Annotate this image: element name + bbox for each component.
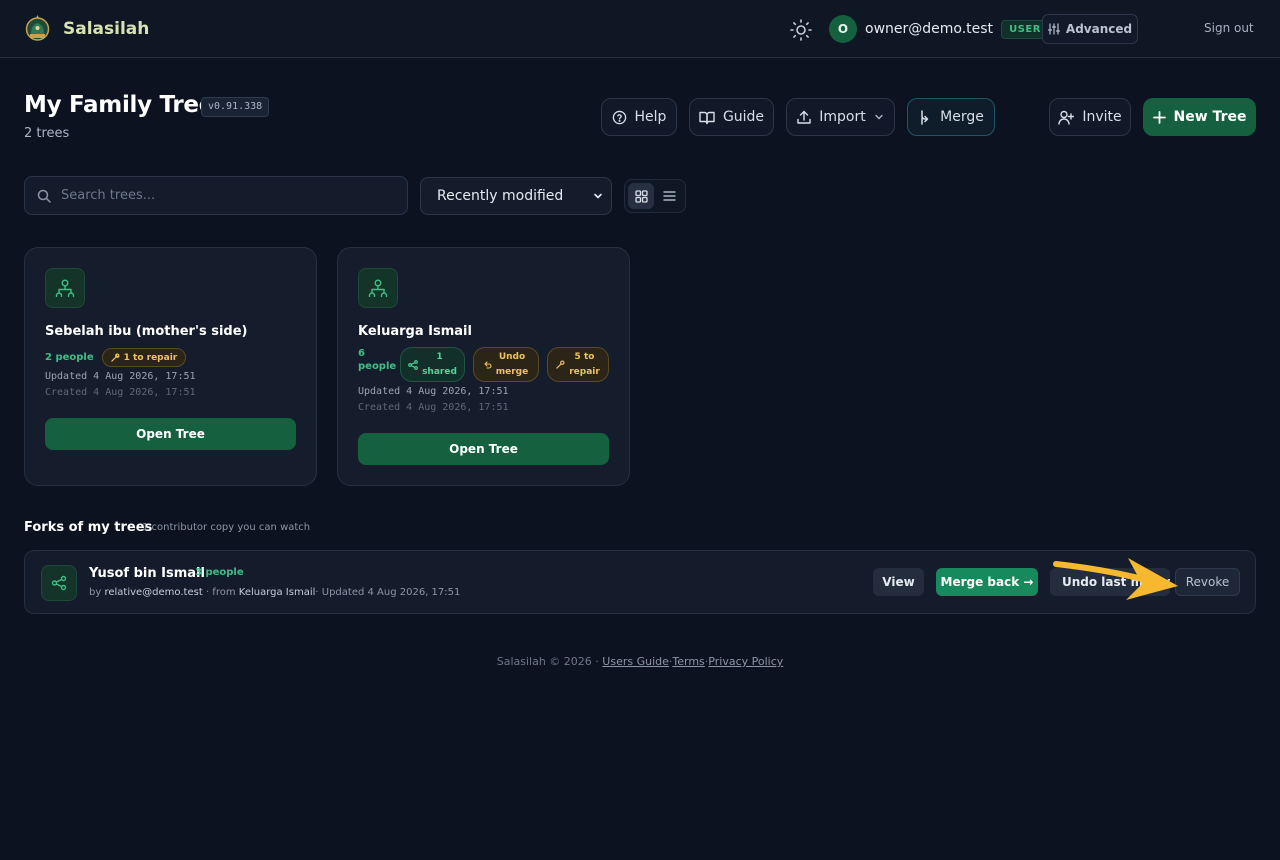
plus-icon <box>1152 110 1166 124</box>
user-email: owner@demo.test <box>865 21 994 37</box>
updated-time: Updated 4 Aug 2026, 17:51 <box>358 386 509 397</box>
repair-count: 5 to <box>574 351 595 362</box>
user-menu[interactable]: O owner@demo.test USER <box>829 15 1049 43</box>
tree-title: Sebelah ibu (mother's side) <box>45 324 248 339</box>
merge-label: Merge <box>940 109 984 125</box>
revoke-button[interactable]: Revoke <box>1175 568 1240 596</box>
undo-word: Undo <box>498 351 526 362</box>
repair-label: 1 to repair <box>123 352 178 363</box>
merge-word: merge <box>495 366 529 377</box>
forks-subtitle: 1 contributor copy you can watch <box>142 522 311 533</box>
guide-button[interactable]: Guide <box>689 98 774 136</box>
repair-word: repair <box>569 366 600 377</box>
tree-title: Keluarga Ismail <box>358 324 472 339</box>
sort-select[interactable]: Recently modified <box>420 177 612 215</box>
sun-icon[interactable] <box>789 18 813 42</box>
family-tree-icon <box>45 268 85 308</box>
shared-word: shared <box>422 366 457 377</box>
tree-count: 2 trees <box>24 126 70 141</box>
fork-row: Yusof bin Ismail 3 people by relative@de… <box>24 550 1256 614</box>
version-badge: v0.91.338 <box>201 97 270 117</box>
help-button[interactable]: Help <box>601 98 677 136</box>
view-toggle <box>624 179 686 213</box>
share-icon <box>408 359 418 370</box>
mosque-logo-icon <box>25 15 50 41</box>
wrench-icon <box>110 353 120 362</box>
list-icon <box>662 191 676 201</box>
new-tree-button[interactable]: New Tree <box>1143 98 1256 136</box>
chevron-down-icon <box>594 193 602 199</box>
view-fork-button[interactable]: View <box>873 568 924 596</box>
new-tree-label: New Tree <box>1173 109 1247 125</box>
people-count: 6 people <box>358 348 397 372</box>
fork-source-tree: Keluarga Ismail <box>238 587 316 598</box>
search-box[interactable] <box>24 176 408 215</box>
updated-time: Updated 4 Aug 2026, 17:51 <box>45 371 196 382</box>
list-view-button[interactable] <box>656 183 682 209</box>
grid-view-button[interactable] <box>628 183 654 209</box>
undo-icon <box>483 360 492 369</box>
fork-people-count: 3 people <box>195 567 244 578</box>
created-time: Created 4 Aug 2026, 17:51 <box>358 402 509 413</box>
import-button[interactable]: Import <box>786 98 895 136</box>
fork-owner: relative@demo.test <box>104 587 203 598</box>
open-tree-button[interactable]: Open Tree <box>45 418 296 450</box>
created-time: Created 4 Aug 2026, 17:51 <box>45 387 196 398</box>
people-count: 2 people <box>45 352 94 363</box>
sign-out-link[interactable]: Sign out <box>1204 21 1254 35</box>
privacy-link[interactable]: Privacy Policy <box>708 655 783 668</box>
fork-meta: by relative@demo.test · from Keluarga Is… <box>89 587 460 598</box>
avatar: O <box>829 15 857 43</box>
guide-label: Guide <box>722 109 765 125</box>
search-input[interactable] <box>61 188 381 203</box>
tree-stats: 2 people 1 to repair <box>45 348 187 367</box>
tree-card: Sebelah ibu (mother's side) 2 people 1 t… <box>24 247 317 486</box>
undo-last-merge-button[interactable]: Undo last merge <box>1050 568 1170 596</box>
import-label: Import <box>819 109 866 125</box>
upload-icon <box>797 110 811 124</box>
shared-badge[interactable]: 1 shared <box>400 347 465 382</box>
wrench-icon <box>556 360 565 369</box>
repair-badge[interactable]: 1 to repair <box>101 348 187 367</box>
footer: Salasilah © 2026 · Users Guide·Terms·Pri… <box>0 655 1280 668</box>
people-word: people <box>358 361 397 372</box>
top-bar: Salasilah O owner@demo.test USER Advance… <box>0 0 1280 58</box>
fork-name: Yusof bin Ismail <box>89 566 205 581</box>
user-plus-icon <box>1058 110 1075 125</box>
merge-button[interactable]: Merge <box>907 98 995 136</box>
by-prefix: by <box>89 587 102 598</box>
help-label: Help <box>634 109 667 125</box>
shared-count: 1 <box>436 351 443 362</box>
fork-updated: · Updated 4 Aug 2026, 17:51 <box>315 587 461 598</box>
terms-link[interactable]: Terms <box>672 655 704 668</box>
merge-icon <box>921 109 929 125</box>
repair-badge[interactable]: 5 to repair <box>547 347 609 382</box>
merge-back-button[interactable]: Merge back → <box>936 568 1038 596</box>
page-title: My Family Trees <box>24 92 228 118</box>
users-guide-link[interactable]: Users Guide <box>602 655 669 668</box>
sliders-icon <box>1047 23 1060 35</box>
share-icon <box>41 565 77 601</box>
sort-select-value: Recently modified <box>437 188 564 204</box>
open-tree-button[interactable]: Open Tree <box>358 433 609 465</box>
invite-button[interactable]: Invite <box>1049 98 1131 136</box>
undo-merge-badge[interactable]: Undo merge <box>473 347 539 382</box>
help-circle-icon <box>612 110 626 124</box>
from-prefix: · from <box>205 587 236 598</box>
family-tree-icon <box>358 268 398 308</box>
chevron-down-icon <box>875 114 883 120</box>
grid-icon <box>634 189 648 203</box>
brand[interactable]: Salasilah <box>24 14 149 44</box>
brand-name: Salasilah <box>63 19 150 39</box>
forks-heading: Forks of my trees <box>24 520 153 535</box>
people-number: 6 <box>358 348 365 359</box>
tree-card: Keluarga Ismail 6 people 1 shared Undo mer… <box>337 247 630 486</box>
advanced-button[interactable]: Advanced <box>1042 14 1138 44</box>
book-open-icon <box>699 111 715 124</box>
search-icon <box>37 189 51 203</box>
invite-label: Invite <box>1082 109 1122 125</box>
copyright: Salasilah © 2026 · <box>496 655 599 668</box>
advanced-label: Advanced <box>1065 22 1133 36</box>
